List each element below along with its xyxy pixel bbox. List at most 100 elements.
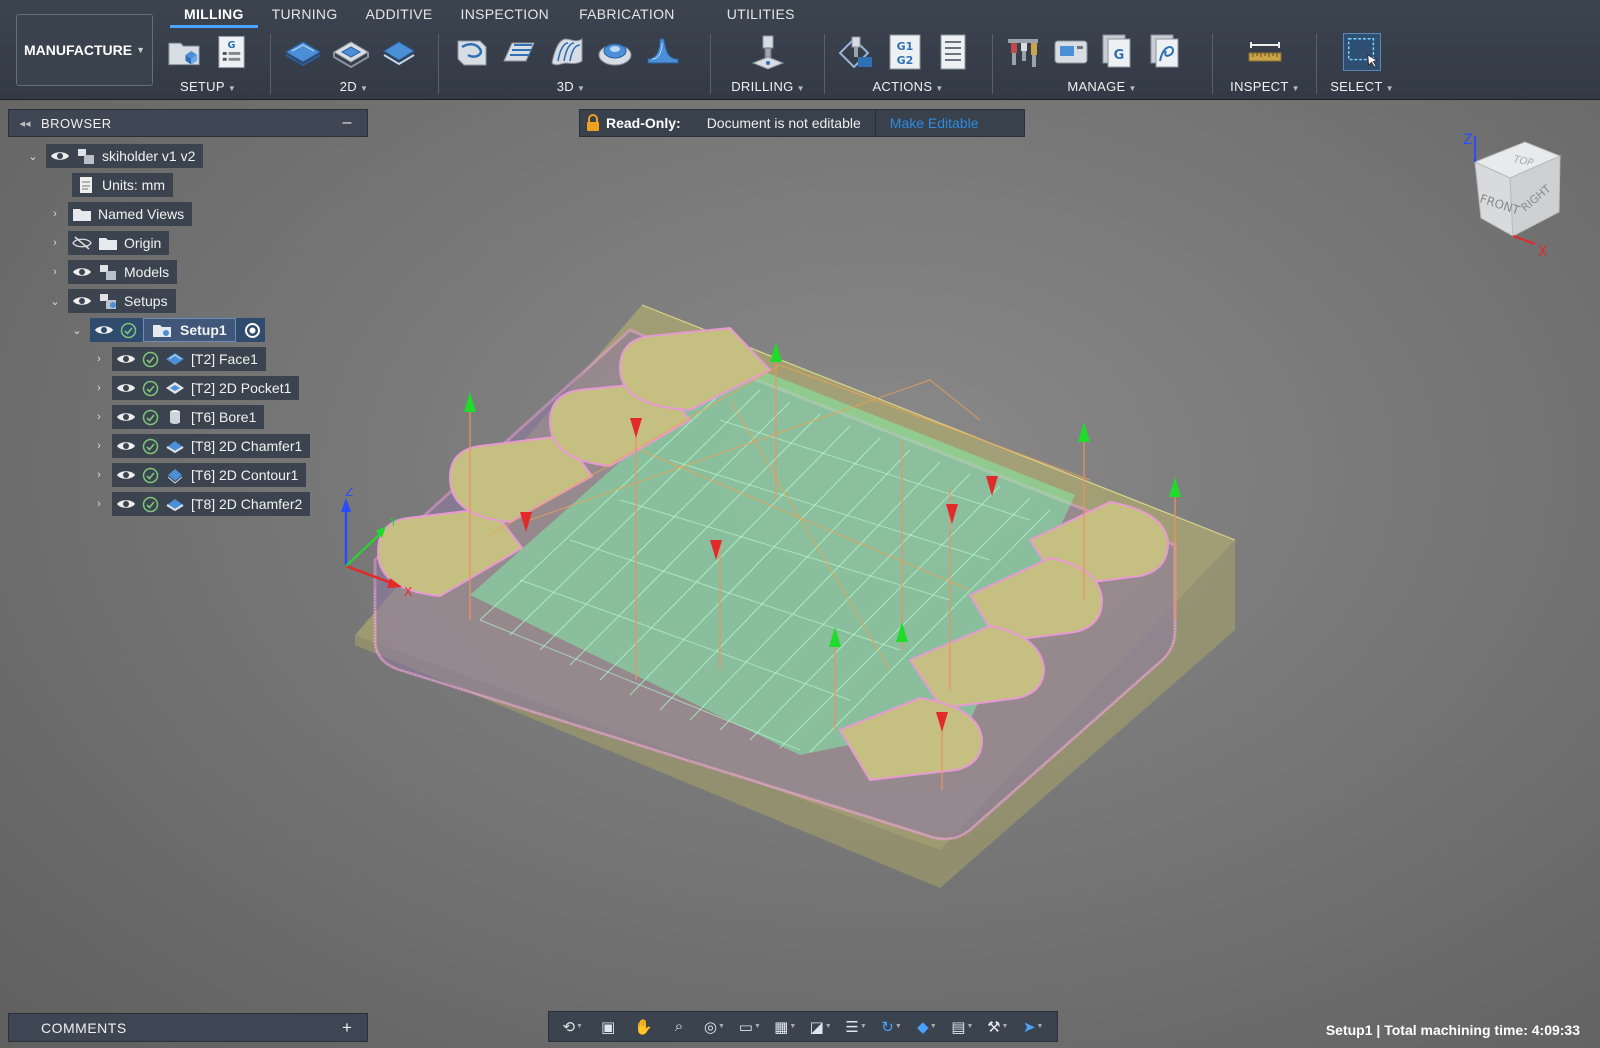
collapse-panel-icon[interactable]: ◂◂ [9,117,41,130]
grid-icon[interactable]: ▦ ▼ [772,1016,798,1038]
fit-icon[interactable]: ◎ ▼ [701,1016,727,1038]
template-library-icon[interactable] [1148,33,1186,71]
chevron-right-icon[interactable]: › [48,265,62,279]
new-folder-icon[interactable] [166,33,203,71]
look-at-icon[interactable]: ▣ [595,1016,621,1038]
rotate-icon[interactable]: ↻ ▼ [879,1016,905,1038]
chevron-down-icon[interactable]: ⌄ [48,294,62,308]
chevron-right-icon[interactable]: › [48,236,62,250]
tree-item-named-views[interactable]: Named Views [68,202,193,226]
chevron-right-icon[interactable]: › [92,497,106,511]
measure-icon[interactable] [1246,33,1284,71]
tree-node-setups: ⌄ Setups [48,289,176,313]
post-process-icon[interactable]: G1G2 [886,33,924,71]
chevron-right-icon[interactable]: › [48,207,62,221]
chevron-right-icon[interactable]: › [92,352,106,366]
tree-item-2d-pocket1[interactable]: [T2] 2D Pocket1 [112,376,300,400]
zoom-icon[interactable]: ⌕ [666,1016,692,1038]
eye-icon[interactable] [72,294,92,308]
select-menu[interactable]: SELECT ▼ [1326,79,1398,94]
activate-radio-icon[interactable] [244,322,261,339]
pocket-3d-icon[interactable] [596,33,634,71]
tool-icon[interactable]: ⚒ ▼ [985,1016,1011,1038]
2d-menu[interactable]: 2D ▼ [284,79,424,94]
flow-icon[interactable] [644,33,682,71]
setup-menu[interactable]: SETUP ▼ [166,79,250,94]
inspect-menu[interactable]: INSPECT ▼ [1222,79,1308,94]
simulate-icon[interactable] [838,33,876,71]
tab-additive[interactable]: ADDITIVE [352,0,447,28]
tool-library-icon[interactable] [1004,33,1042,71]
minimize-browser-button[interactable]: – [327,114,367,132]
camera-icon[interactable]: ▤ ▼ [949,1016,975,1038]
ribbon-toolbar: MANUFACTURE ▼ MILLING TURNING ADDITIVE I… [0,0,1600,100]
tab-turning[interactable]: TURNING [258,0,352,28]
chevron-right-icon[interactable]: › [92,468,106,482]
tree-item-setups[interactable]: Setups [68,289,176,313]
eye-icon[interactable] [116,468,136,482]
tree-item-2d-chamfer1[interactable]: [T8] 2D Chamfer1 [112,434,311,458]
tree-node-operation: › [T8] 2D Chamfer1 [92,434,311,458]
pan-icon[interactable]: ✋ [631,1016,657,1038]
manage-menu[interactable]: MANAGE ▼ [1004,79,1200,94]
eye-icon[interactable] [116,439,136,453]
chevron-right-icon[interactable]: › [92,439,106,453]
workspace-switcher[interactable]: MANUFACTURE ▼ [16,14,153,86]
tree-item-setup1[interactable]: Setup1 [90,318,265,342]
tree-item-units[interactable]: Units: mm [72,173,173,197]
display-settings-icon[interactable]: ▭ ▼ [737,1016,763,1038]
tree-item-root[interactable]: skiholder v1 v2 [46,144,204,168]
nc-program-icon[interactable]: G [213,33,250,71]
tree-label: Origin [124,235,162,251]
eye-icon[interactable] [72,265,92,279]
machine-library-icon[interactable] [1052,33,1090,71]
tree-item-bore1[interactable]: [T6] Bore1 [112,405,265,429]
scallop-icon[interactable] [548,33,586,71]
eye-icon[interactable] [116,497,136,511]
window-select-icon[interactable] [1343,33,1381,71]
post-library-icon[interactable]: G [1100,33,1138,71]
chevron-right-icon[interactable]: › [92,410,106,424]
make-editable-link[interactable]: Make Editable [874,109,979,137]
tab-utilities[interactable]: UTILITIES [713,0,809,28]
drill-icon[interactable] [749,33,787,71]
3d-menu[interactable]: 3D ▼ [452,79,690,94]
tab-inspection[interactable]: INSPECTION [447,0,564,28]
list-icon[interactable]: ☰ ▼ [843,1016,869,1038]
face-icon[interactable] [284,33,322,71]
eye-icon[interactable] [50,149,70,163]
tree-item-models[interactable]: Models [68,260,178,284]
tab-milling[interactable]: MILLING [170,0,258,28]
contour-icon[interactable] [380,33,418,71]
chevron-right-icon[interactable]: › [92,381,106,395]
chevron-down-icon[interactable]: ⌄ [26,149,40,163]
adaptive-clearing-icon[interactable] [452,33,490,71]
tree-item-2d-contour1[interactable]: [T6] 2D Contour1 [112,463,307,487]
tree-item-2d-chamfer2[interactable]: [T8] 2D Chamfer2 [112,492,311,516]
steep-shallow-icon[interactable] [500,33,538,71]
tree-item-origin[interactable]: Origin [68,231,170,255]
eye-hidden-icon[interactable] [72,236,92,250]
view-cube[interactable]: TOP FRONT RIGHT Z X [1455,132,1590,267]
actions-menu[interactable]: ACTIONS ▼ [838,79,978,94]
toolpath-viewport[interactable] [330,290,1280,910]
effects-icon[interactable]: ◆ ▼ [914,1016,940,1038]
eye-icon[interactable] [116,352,136,366]
eye-icon[interactable] [116,381,136,395]
add-comment-button[interactable]: + [327,1018,367,1038]
tree-item-face1[interactable]: [T2] Face1 [112,347,266,371]
eye-icon[interactable] [116,410,136,424]
orbit-icon[interactable]: ⟲ ▼ [560,1016,586,1038]
2d-group: 2D ▼ [284,32,424,96]
simulation-icon[interactable]: ➤ ▼ [1020,1016,1046,1038]
read-only-banner: Read-Only: Document is not editable Make… [579,109,1025,137]
chevron-down-icon[interactable]: ⌄ [70,323,84,337]
eye-icon[interactable] [94,323,114,337]
drilling-menu[interactable]: DRILLING ▼ [722,79,814,94]
setup-sheet-icon[interactable] [934,33,972,71]
tab-fabrication[interactable]: FABRICATION [565,0,689,28]
viewports-icon[interactable]: ◪ ▼ [808,1016,834,1038]
pocket-icon[interactable] [332,33,370,71]
tree-node-named-views: › Named Views [48,202,193,226]
tree-node-operation: › [T6] Bore1 [92,405,265,429]
